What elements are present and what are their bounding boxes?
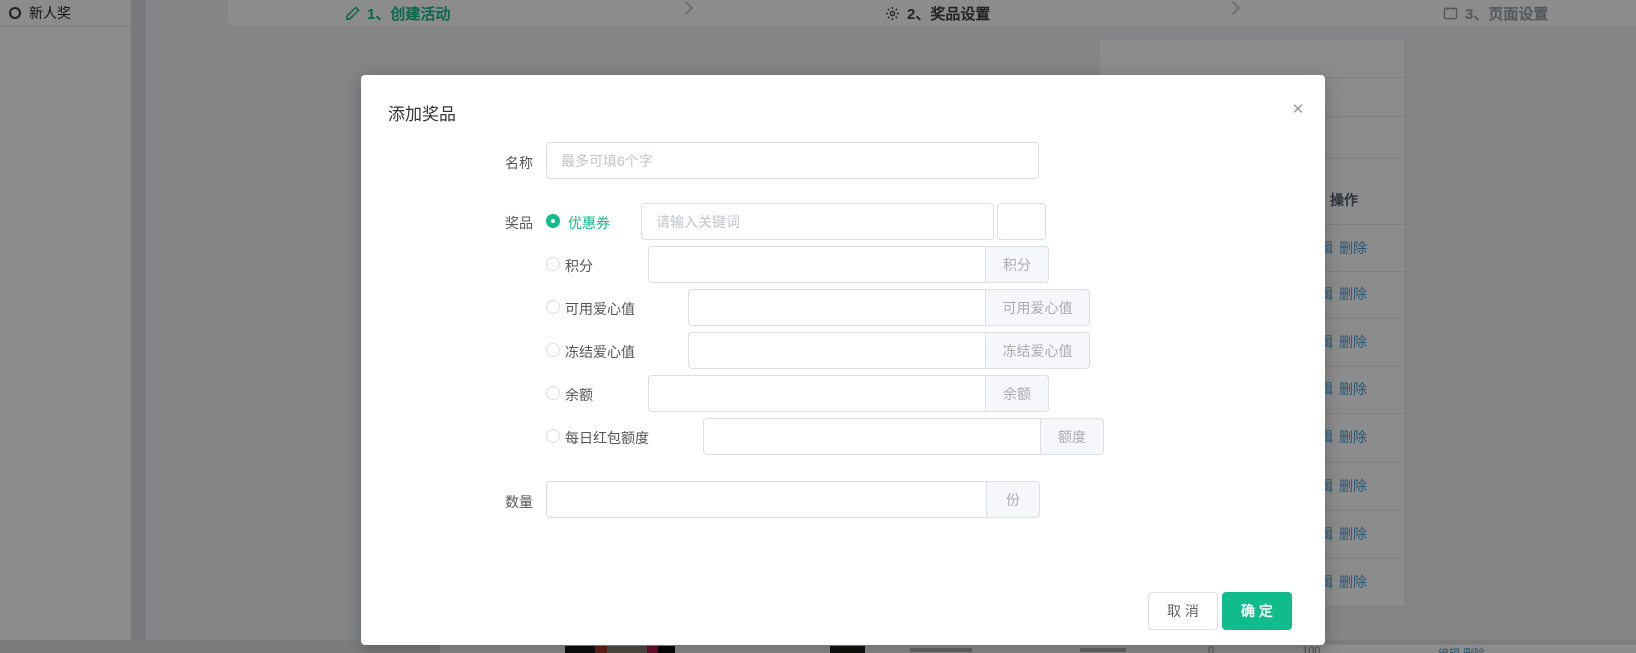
coupon-keyword-input[interactable] [641, 203, 994, 240]
points-suffix: 积分 [985, 246, 1049, 283]
daily-redpacket-suffix: 额度 [1040, 418, 1104, 455]
coupon-option-label[interactable]: 优惠券 [568, 213, 610, 233]
daily-redpacket-radio[interactable] [546, 429, 560, 443]
frozen-love-input[interactable] [688, 332, 985, 369]
available-love-suffix: 可用爱心值 [985, 289, 1090, 326]
coupon-count-box[interactable] [997, 203, 1046, 240]
balance-suffix: 余额 [985, 375, 1049, 412]
name-input[interactable] [546, 142, 1039, 179]
balance-input[interactable] [648, 375, 985, 412]
available-love-radio[interactable] [546, 300, 560, 314]
cancel-button[interactable]: 取 消 [1148, 592, 1218, 630]
points-input[interactable] [648, 246, 985, 283]
points-radio[interactable] [546, 257, 560, 271]
available-love-option-label[interactable]: 可用爱心值 [565, 299, 635, 319]
available-love-input[interactable] [688, 289, 985, 326]
points-option-label[interactable]: 积分 [565, 256, 593, 276]
daily-redpacket-option-label[interactable]: 每日红包额度 [565, 428, 649, 448]
balance-radio[interactable] [546, 386, 560, 400]
add-prize-modal: 添加奖品 ✕ 名称 奖品 优惠券 积分 积分 可用爱心值 可用爱心值 冻结爱心值… [361, 75, 1325, 645]
close-icon[interactable]: ✕ [1283, 95, 1313, 125]
screen: 新人奖 1、创建活动 2、奖品设置 [0, 0, 1636, 653]
confirm-button[interactable]: 确 定 [1222, 592, 1292, 630]
quantity-input[interactable] [546, 481, 986, 518]
frozen-love-suffix: 冻结爱心值 [985, 332, 1090, 369]
frozen-love-radio[interactable] [546, 343, 560, 357]
quantity-suffix: 份 [986, 481, 1040, 518]
name-label: 名称 [423, 153, 533, 173]
frozen-love-option-label[interactable]: 冻结爱心值 [565, 342, 635, 362]
coupon-radio[interactable] [546, 214, 560, 228]
balance-option-label[interactable]: 余额 [565, 385, 593, 405]
daily-redpacket-input[interactable] [703, 418, 1040, 455]
prize-label: 奖品 [423, 213, 533, 233]
quantity-label: 数量 [423, 492, 533, 512]
modal-title: 添加奖品 [388, 100, 456, 125]
